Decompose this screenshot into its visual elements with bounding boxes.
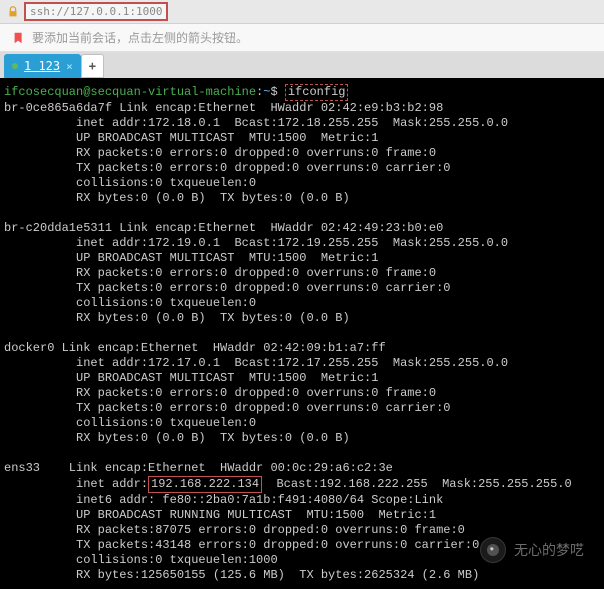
status-dot-icon (12, 63, 18, 69)
command-highlight: ifconfig (285, 84, 349, 101)
hint-bar: 要添加当前会话，点击左侧的箭头按钮。 (0, 24, 604, 52)
tab-session-1[interactable]: 1 123 × (4, 54, 81, 78)
tab-bar: 1 123 × + (0, 52, 604, 78)
new-tab-button[interactable]: + (81, 54, 104, 78)
address-bar: ssh://127.0.0.1:1000 (0, 0, 604, 24)
terminal-output[interactable]: ifcosecquan@secquan-virtual-machine:~$ i… (0, 78, 604, 589)
tab-label: 1 123 (24, 59, 60, 73)
hint-text: 要添加当前会话，点击左侧的箭头按钮。 (32, 29, 248, 46)
bookmark-icon (12, 31, 26, 45)
close-icon[interactable]: × (66, 60, 73, 73)
lock-icon (6, 5, 20, 19)
address-url[interactable]: ssh://127.0.0.1:1000 (24, 2, 168, 21)
ip-highlight: 192.168.222.134 (148, 476, 262, 493)
